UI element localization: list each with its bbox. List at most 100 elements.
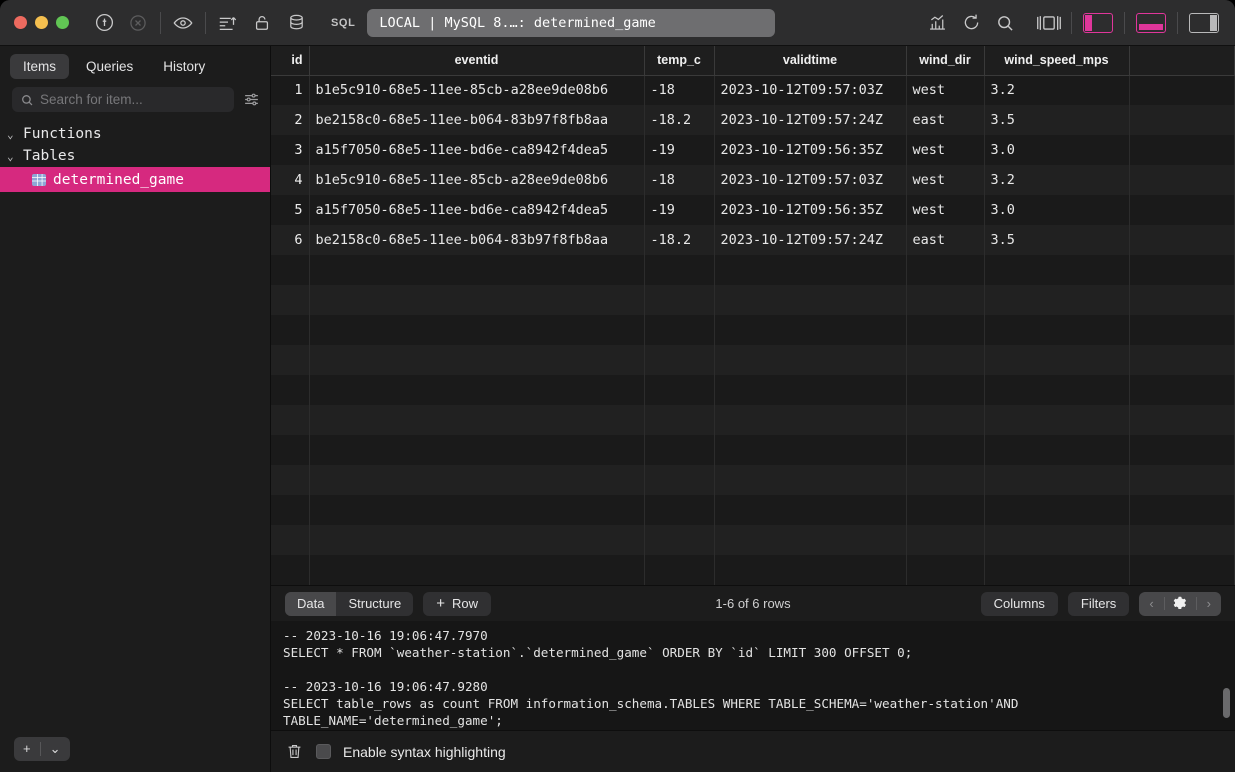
table-row[interactable]: 2 be2158c0-68e5-11ee-b064-83b97f8fb8aa -18… [271,105,1235,135]
chart-bar-icon[interactable] [920,8,954,38]
cell-id[interactable]: 6 [271,225,310,255]
cell-id[interactable]: 2 [271,105,310,135]
cell-wind-dir[interactable]: west [906,135,985,165]
cell-eventid[interactable]: be2158c0-68e5-11ee-b064-83b97f8fb8aa [309,225,645,255]
cell-eventid[interactable]: b1e5c910-68e5-11ee-85cb-a28ee9de08b6 [309,165,645,195]
chevron-down-icon: ⌄ [7,127,14,141]
cell-temp-c[interactable]: -19 [644,195,715,225]
cell-wind-speed-mps[interactable]: 3.2 [984,165,1130,195]
cell-validtime[interactable]: 2023-10-12T09:56:35Z [714,195,907,225]
cell-temp-c[interactable]: -18.2 [644,225,715,255]
cell-temp-c[interactable]: -19 [644,135,715,165]
empty-row [271,435,1235,465]
add-object-button[interactable]: + ⌄ [14,736,70,761]
gear-icon[interactable] [1165,596,1196,611]
data-grid-container[interactable]: id eventid temp_c validtime wind_dir win… [271,46,1235,585]
cell-wind-speed-mps[interactable]: 3.5 [984,225,1130,255]
tab-items[interactable]: Items [10,54,70,79]
stop-circle-icon[interactable] [121,8,155,38]
plug-connect-icon[interactable] [87,8,121,38]
cell-eventid[interactable]: be2158c0-68e5-11ee-b064-83b97f8fb8aa [309,105,645,135]
database-icon[interactable] [279,8,313,38]
sidebar-item-determined-game[interactable]: determined_game [0,167,270,192]
column-header-wind-speed-mps[interactable]: wind_speed_mps [984,46,1130,76]
cell-wind-speed-mps[interactable]: 3.0 [984,135,1130,165]
sql-console[interactable]: -- 2023-10-16 19:06:47.7970 SELECT * FROM… [271,621,1235,730]
cell-id[interactable]: 3 [271,135,310,165]
cell-validtime[interactable]: 2023-10-12T09:57:24Z [714,105,907,135]
add-plus-icon[interactable]: + [14,741,40,756]
next-page-button[interactable]: › [1197,596,1221,611]
tab-history[interactable]: History [150,54,218,79]
cell-wind-dir[interactable]: east [906,105,985,135]
table-row[interactable]: 3 a15f7050-68e5-11ee-bd6e-ca8942f4dea5 -19… [271,135,1235,165]
search-input[interactable] [40,92,226,107]
lock-icon[interactable] [245,8,279,38]
cell-wind-speed-mps[interactable]: 3.0 [984,195,1130,225]
search-box[interactable] [12,87,234,112]
cell-wind-speed-mps[interactable]: 3.5 [984,105,1130,135]
add-row-button[interactable]: + Row [423,591,491,616]
tree-group-tables[interactable]: ⌄ Tables [0,145,270,167]
cell-temp-c[interactable]: -18.2 [644,105,715,135]
cell-temp-c[interactable]: -18 [644,75,715,105]
tab-data[interactable]: Data [285,591,337,616]
refresh-icon[interactable] [954,8,988,38]
trash-icon[interactable] [285,742,304,761]
sort-lines-icon[interactable] [211,8,245,38]
tab-queries[interactable]: Queries [73,54,146,79]
cell-validtime[interactable]: 2023-10-12T09:57:24Z [714,225,907,255]
search-icon[interactable] [988,8,1022,38]
table-row[interactable]: 5 a15f7050-68e5-11ee-bd6e-ca8942f4dea5 -19… [271,195,1235,225]
zoom-window-button[interactable] [56,16,69,29]
cell-wind-dir[interactable]: west [906,165,985,195]
column-header-wind-dir[interactable]: wind_dir [906,46,985,76]
cell-wind-dir[interactable]: east [906,225,985,255]
cell-eventid[interactable]: a15f7050-68e5-11ee-bd6e-ca8942f4dea5 [309,135,645,165]
table-row[interactable]: 4 b1e5c910-68e5-11ee-85cb-a28ee9de08b6 -18… [271,165,1235,195]
table-row[interactable]: 1 b1e5c910-68e5-11ee-85cb-a28ee9de08b6 -18… [271,75,1235,105]
cell-wind-speed-mps[interactable]: 3.2 [984,75,1130,105]
cell-validtime[interactable]: 2023-10-12T09:57:03Z [714,165,907,195]
close-window-button[interactable] [14,16,27,29]
cell-eventid[interactable]: a15f7050-68e5-11ee-bd6e-ca8942f4dea5 [309,195,645,225]
empty-cell [984,315,1130,345]
column-header-validtime[interactable]: validtime [714,46,907,76]
connection-field[interactable]: LOCAL | MySQL 8.…: determined_game [367,8,776,37]
cell-validtime[interactable]: 2023-10-12T09:57:03Z [714,75,907,105]
toolbar-divider-5 [1177,11,1178,34]
cell-id[interactable]: 1 [271,75,310,105]
filters-button[interactable]: Filters [1067,591,1130,616]
cell-temp-c[interactable]: -18 [644,165,715,195]
cell-id[interactable]: 4 [271,165,310,195]
filter-sliders-icon[interactable] [240,91,262,108]
column-header-id[interactable]: id [271,46,310,76]
left-panel-toggle[interactable] [1083,12,1113,33]
tree-group-functions[interactable]: ⌄ Functions [0,123,270,145]
columns-button[interactable]: Columns [980,591,1058,616]
scrollbar-thumb[interactable] [1223,688,1230,718]
cell-eventid[interactable]: b1e5c910-68e5-11ee-85cb-a28ee9de08b6 [309,75,645,105]
eye-icon[interactable] [166,8,200,38]
prev-page-button[interactable]: ‹ [1139,596,1163,611]
bottom-panel-toggle[interactable] [1136,12,1166,33]
chevron-down-icon[interactable]: ⌄ [41,741,70,757]
sql-mode-label[interactable]: SQL [325,17,361,29]
cell-id[interactable]: 5 [271,195,310,225]
console-scrollbar[interactable] [1222,627,1231,726]
empty-cell [714,255,907,285]
window-controls [0,16,69,29]
minimize-window-button[interactable] [35,16,48,29]
add-row-label: Row [451,596,478,611]
right-panel-toggle[interactable] [1189,12,1219,33]
cell-wind-dir[interactable]: west [906,195,985,225]
column-header-temp-c[interactable]: temp_c [644,46,715,76]
syntax-highlighting-checkbox[interactable] [316,744,331,759]
tab-structure[interactable]: Structure [336,592,413,616]
center-panel-icon[interactable] [1032,8,1066,38]
table-row[interactable]: 6 be2158c0-68e5-11ee-b064-83b97f8fb8aa -18… [271,225,1235,255]
empty-row [271,465,1235,495]
cell-wind-dir[interactable]: west [906,75,985,105]
column-header-eventid[interactable]: eventid [309,46,645,76]
cell-validtime[interactable]: 2023-10-12T09:56:35Z [714,135,907,165]
